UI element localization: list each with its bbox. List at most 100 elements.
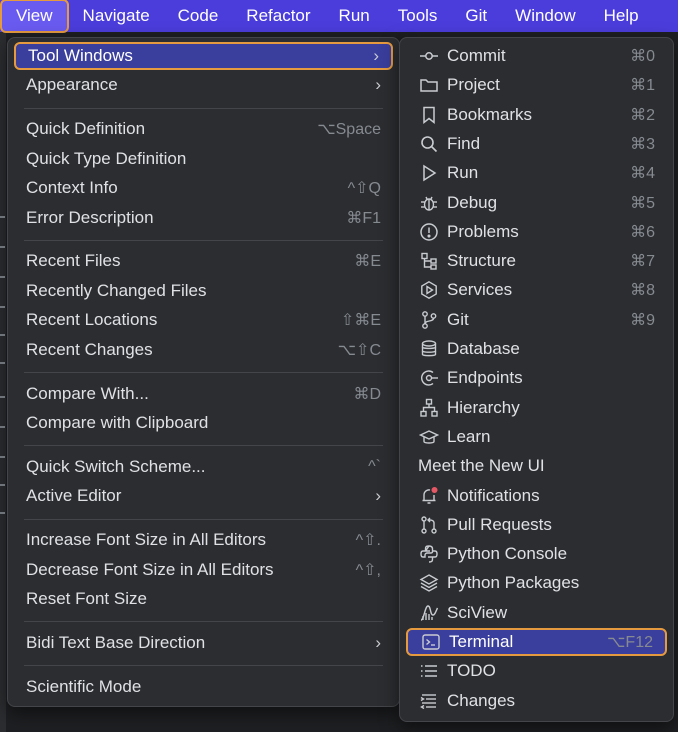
view-menu-item-compare-with-clipboard[interactable]: Compare with Clipboard	[14, 409, 393, 437]
view-menu-item-quick-switch-scheme[interactable]: Quick Switch Scheme... ^`	[14, 453, 393, 481]
menu-run[interactable]: Run	[325, 0, 384, 32]
menu-item-label: TODO	[447, 661, 496, 681]
menu-tools[interactable]: Tools	[384, 0, 452, 32]
tool-window-item-run[interactable]: Run ⌘4	[406, 159, 667, 187]
menu-item-label: Problems	[447, 221, 519, 241]
view-menu-item-appearance[interactable]: Appearance ›	[14, 71, 393, 99]
menu-item-label: Appearance	[26, 75, 118, 95]
tool-window-item-project[interactable]: Project ⌘1	[406, 71, 667, 99]
tool-window-item-commit[interactable]: Commit ⌘0	[406, 42, 667, 70]
tool-window-item-todo[interactable]: TODO	[406, 657, 667, 685]
tool-window-item-find[interactable]: Find ⌘3	[406, 130, 667, 158]
tool-window-item-python-packages[interactable]: Python Packages	[406, 569, 667, 597]
todo-icon	[418, 660, 440, 682]
view-menu-item-compare-with[interactable]: Compare With... ⌘D	[14, 380, 393, 408]
menu-item-shortcut: ⌘9	[630, 311, 655, 329]
menu-bar: View Navigate Code Refactor Run Tools Git Windo…	[0, 0, 678, 33]
tool-window-item-changes[interactable]: Changes	[406, 687, 667, 715]
view-menu-item-bidi-text-base-direction[interactable]: Bidi Text Base Direction ›	[14, 629, 393, 657]
view-menu-item-context-info[interactable]: Context Info ^⇧Q	[14, 174, 393, 202]
view-menu-item-recent-changes[interactable]: Recent Changes ⌥⇧C	[14, 336, 393, 364]
gutter-mark	[0, 306, 5, 308]
menu-item-label: Increase Font Size in All Editors	[26, 530, 267, 550]
layers-icon	[418, 572, 440, 594]
menu-item-shortcut: ^`	[368, 457, 381, 475]
menu-item-label: Quick Switch Scheme...	[26, 456, 206, 476]
menu-item-shortcut: ^⇧.	[355, 532, 381, 550]
menu-window[interactable]: Window	[501, 0, 589, 32]
menu-navigate[interactable]: Navigate	[69, 0, 164, 32]
menu-item-label: Recent Changes	[26, 339, 153, 359]
view-menu-item-error-description[interactable]: Error Description ⌘F1	[14, 204, 393, 232]
learn-icon	[418, 426, 440, 448]
sciview-icon	[418, 602, 440, 624]
view-menu: Tool Windows › Appearance › Quick Definition…	[7, 37, 400, 707]
gutter-mark	[0, 246, 5, 248]
tool-window-item-hierarchy[interactable]: Hierarchy	[406, 394, 667, 422]
tool-window-item-learn[interactable]: Learn	[406, 423, 667, 451]
tool-window-item-pull-requests[interactable]: Pull Requests	[406, 511, 667, 539]
tool-window-item-meet-the-new-ui[interactable]: Meet the New UI	[406, 452, 667, 480]
menu-item-label: Reset Font Size	[26, 588, 147, 608]
tool-window-item-git[interactable]: Git ⌘9	[406, 306, 667, 334]
view-menu-item-decrease-font-size-in-all-editors[interactable]: Decrease Font Size in All Editors ^⇧,	[14, 556, 393, 584]
hierarchy-icon	[418, 397, 440, 419]
menu-item-label: Commit	[447, 46, 506, 65]
menu-item-label: Changes	[447, 690, 516, 710]
tool-window-item-endpoints[interactable]: Endpoints	[406, 364, 667, 392]
tool-window-item-bookmarks[interactable]: Bookmarks ⌘2	[406, 101, 667, 129]
chevron-right-icon: ›	[373, 46, 379, 65]
view-menu-item-quick-type-definition[interactable]: Quick Type Definition	[14, 145, 393, 173]
menu-item-shortcut: ⌘8	[630, 282, 655, 300]
view-menu-item-recent-files[interactable]: Recent Files ⌘E	[14, 247, 393, 275]
menu-help[interactable]: Help	[590, 0, 653, 32]
gutter-mark	[0, 512, 5, 514]
tool-window-item-debug[interactable]: Debug ⌘5	[406, 189, 667, 217]
view-menu-item-tool-windows[interactable]: Tool Windows ›	[14, 42, 393, 70]
menu-item-shortcut: ⌘2	[630, 106, 655, 124]
changes-icon	[418, 690, 440, 712]
view-menu-item-recently-changed-files[interactable]: Recently Changed Files	[14, 277, 393, 305]
view-menu-item-reset-font-size[interactable]: Reset Font Size	[14, 585, 393, 613]
menu-refactor[interactable]: Refactor	[232, 0, 324, 32]
menu-item-shortcut: ^⇧,	[355, 561, 381, 579]
menu-item-shortcut: ⌘7	[630, 253, 655, 271]
menu-item-label: Quick Type Definition	[26, 148, 187, 168]
menu-item-label: Database	[447, 339, 520, 358]
menu-item-shortcut: ⌘1	[630, 77, 655, 95]
tool-window-item-structure[interactable]: Structure ⌘7	[406, 247, 667, 275]
tool-window-item-sciview[interactable]: SciView	[406, 599, 667, 627]
menu-git[interactable]: Git	[451, 0, 501, 32]
menu-item-shortcut: ^⇧Q	[347, 180, 381, 198]
view-menu-item-recent-locations[interactable]: Recent Locations ⇧⌘E	[14, 306, 393, 334]
chevron-right-icon: ›	[375, 486, 381, 506]
menu-item-shortcut: ⌥Space	[317, 121, 381, 139]
view-menu-item-increase-font-size-in-all-editors[interactable]: Increase Font Size in All Editors ^⇧.	[14, 526, 393, 554]
gutter-mark	[0, 484, 5, 486]
view-menu-item-scientific-mode[interactable]: Scientific Mode	[14, 673, 393, 701]
commit-icon	[418, 45, 440, 67]
menu-item-shortcut: ⌘0	[630, 48, 655, 65]
tool-window-item-problems[interactable]: Problems ⌘6	[406, 218, 667, 246]
view-menu-item-quick-definition[interactable]: Quick Definition ⌥Space	[14, 115, 393, 143]
menu-item-label: Find	[447, 133, 481, 153]
menu-item-label: Services	[447, 280, 513, 300]
tool-window-item-database[interactable]: Database	[406, 335, 667, 363]
bell-icon	[418, 485, 440, 507]
tool-window-item-python-console[interactable]: Python Console	[406, 540, 667, 568]
menu-item-shortcut: ⇧⌘E	[340, 312, 381, 330]
menu-separator	[24, 107, 383, 109]
tool-window-item-notifications[interactable]: Notifications	[406, 482, 667, 510]
menu-item-label: Terminal	[449, 632, 514, 651]
menu-item-shortcut: ⌘5	[630, 194, 655, 212]
tool-window-item-terminal[interactable]: Terminal ⌥F12	[406, 628, 667, 656]
menu-item-label: Recent Locations	[26, 310, 158, 330]
editor-gutter	[0, 32, 6, 732]
menu-item-label: Structure	[447, 251, 516, 271]
gutter-mark	[0, 216, 5, 218]
view-menu-item-active-editor[interactable]: Active Editor ›	[14, 482, 393, 510]
menu-item-label: Python Console	[447, 544, 568, 564]
menu-code[interactable]: Code	[164, 0, 233, 32]
menu-view[interactable]: View	[0, 0, 69, 33]
tool-window-item-services[interactable]: Services ⌘8	[406, 276, 667, 304]
